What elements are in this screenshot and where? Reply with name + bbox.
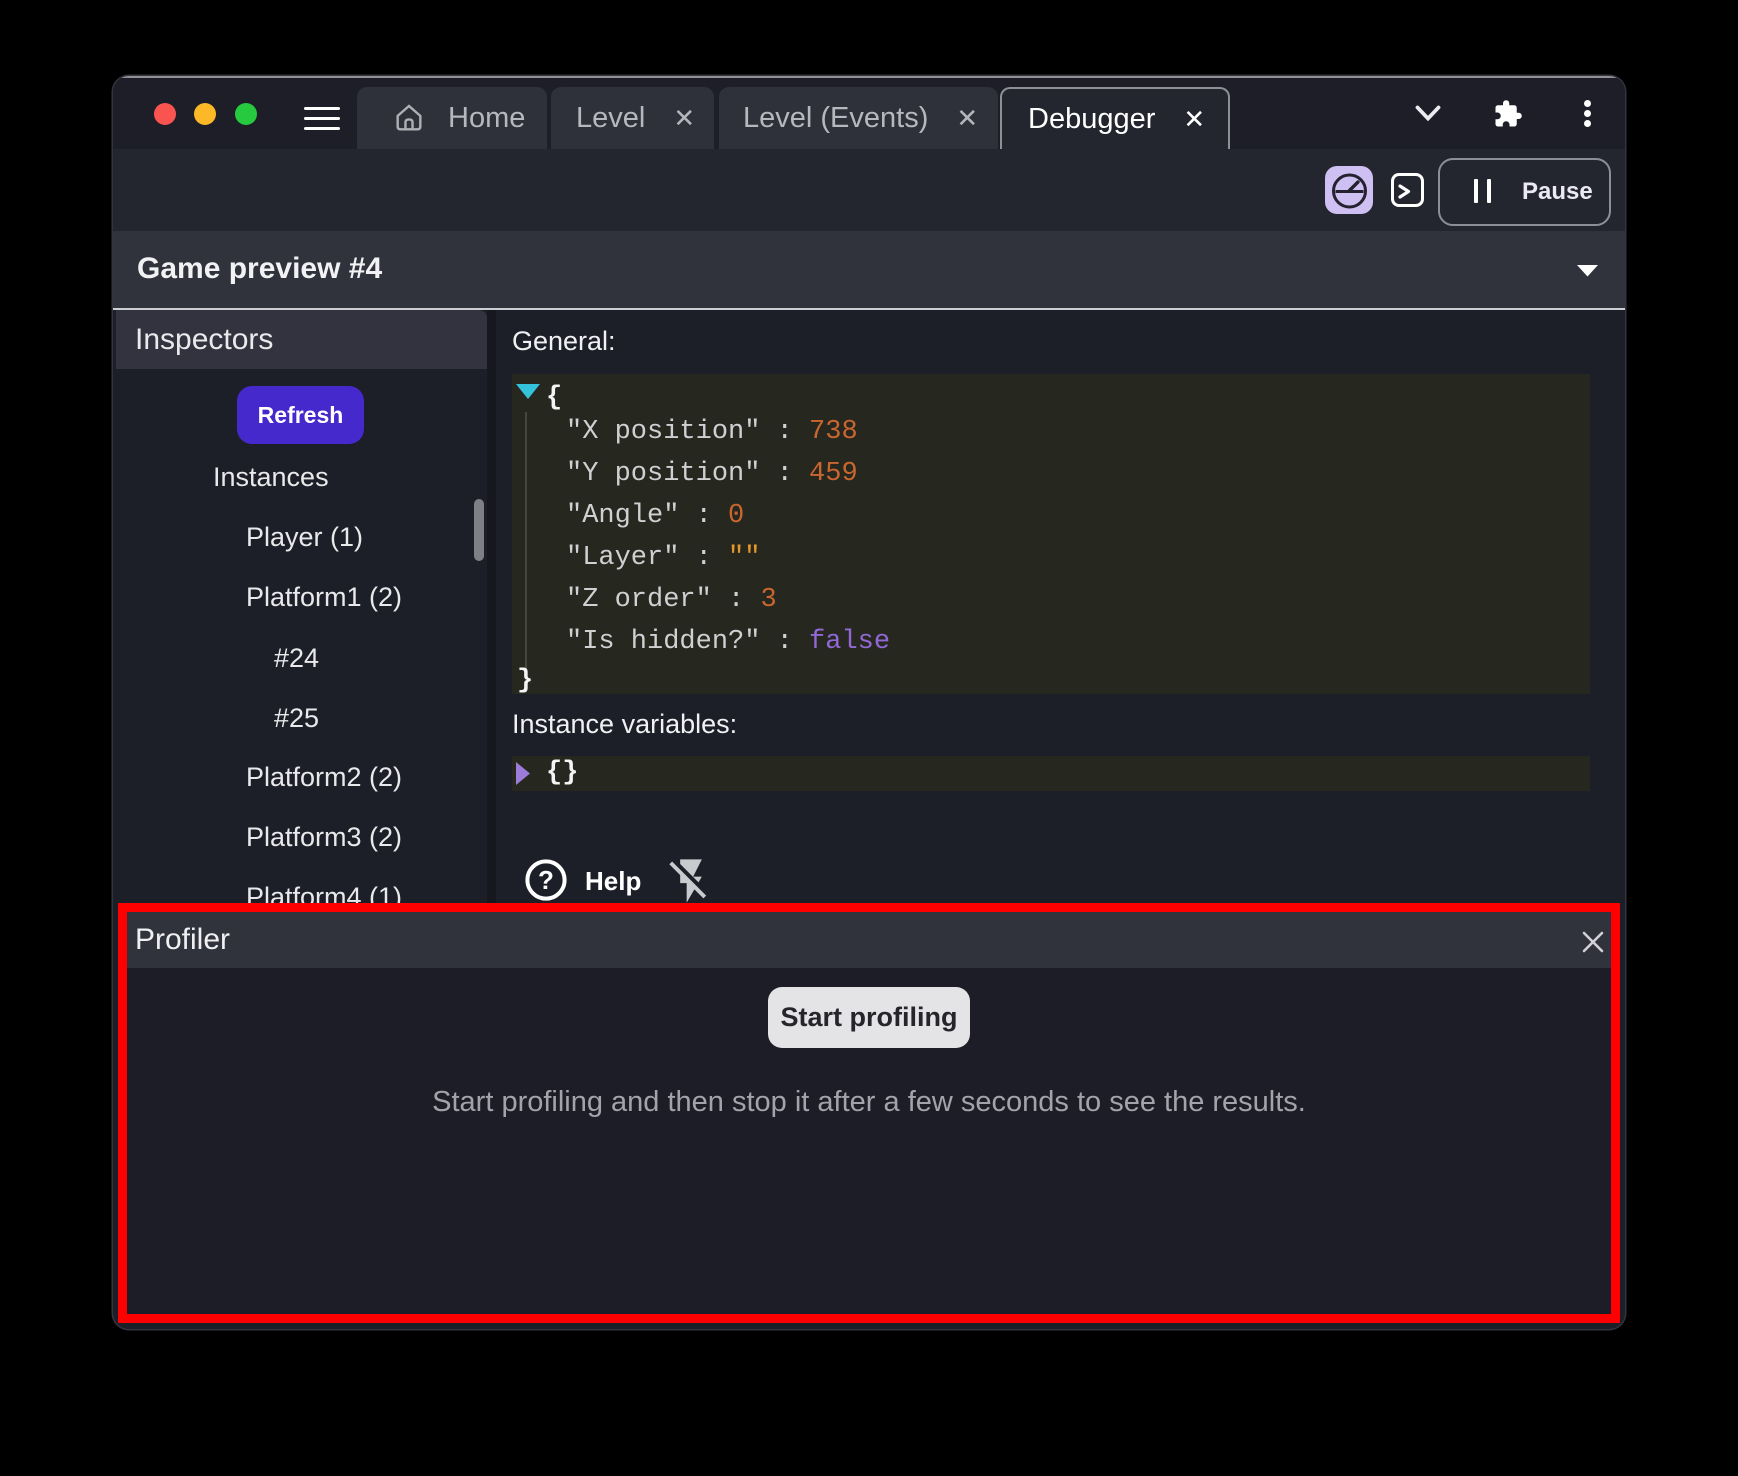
svg-text:?: ?	[538, 865, 554, 895]
